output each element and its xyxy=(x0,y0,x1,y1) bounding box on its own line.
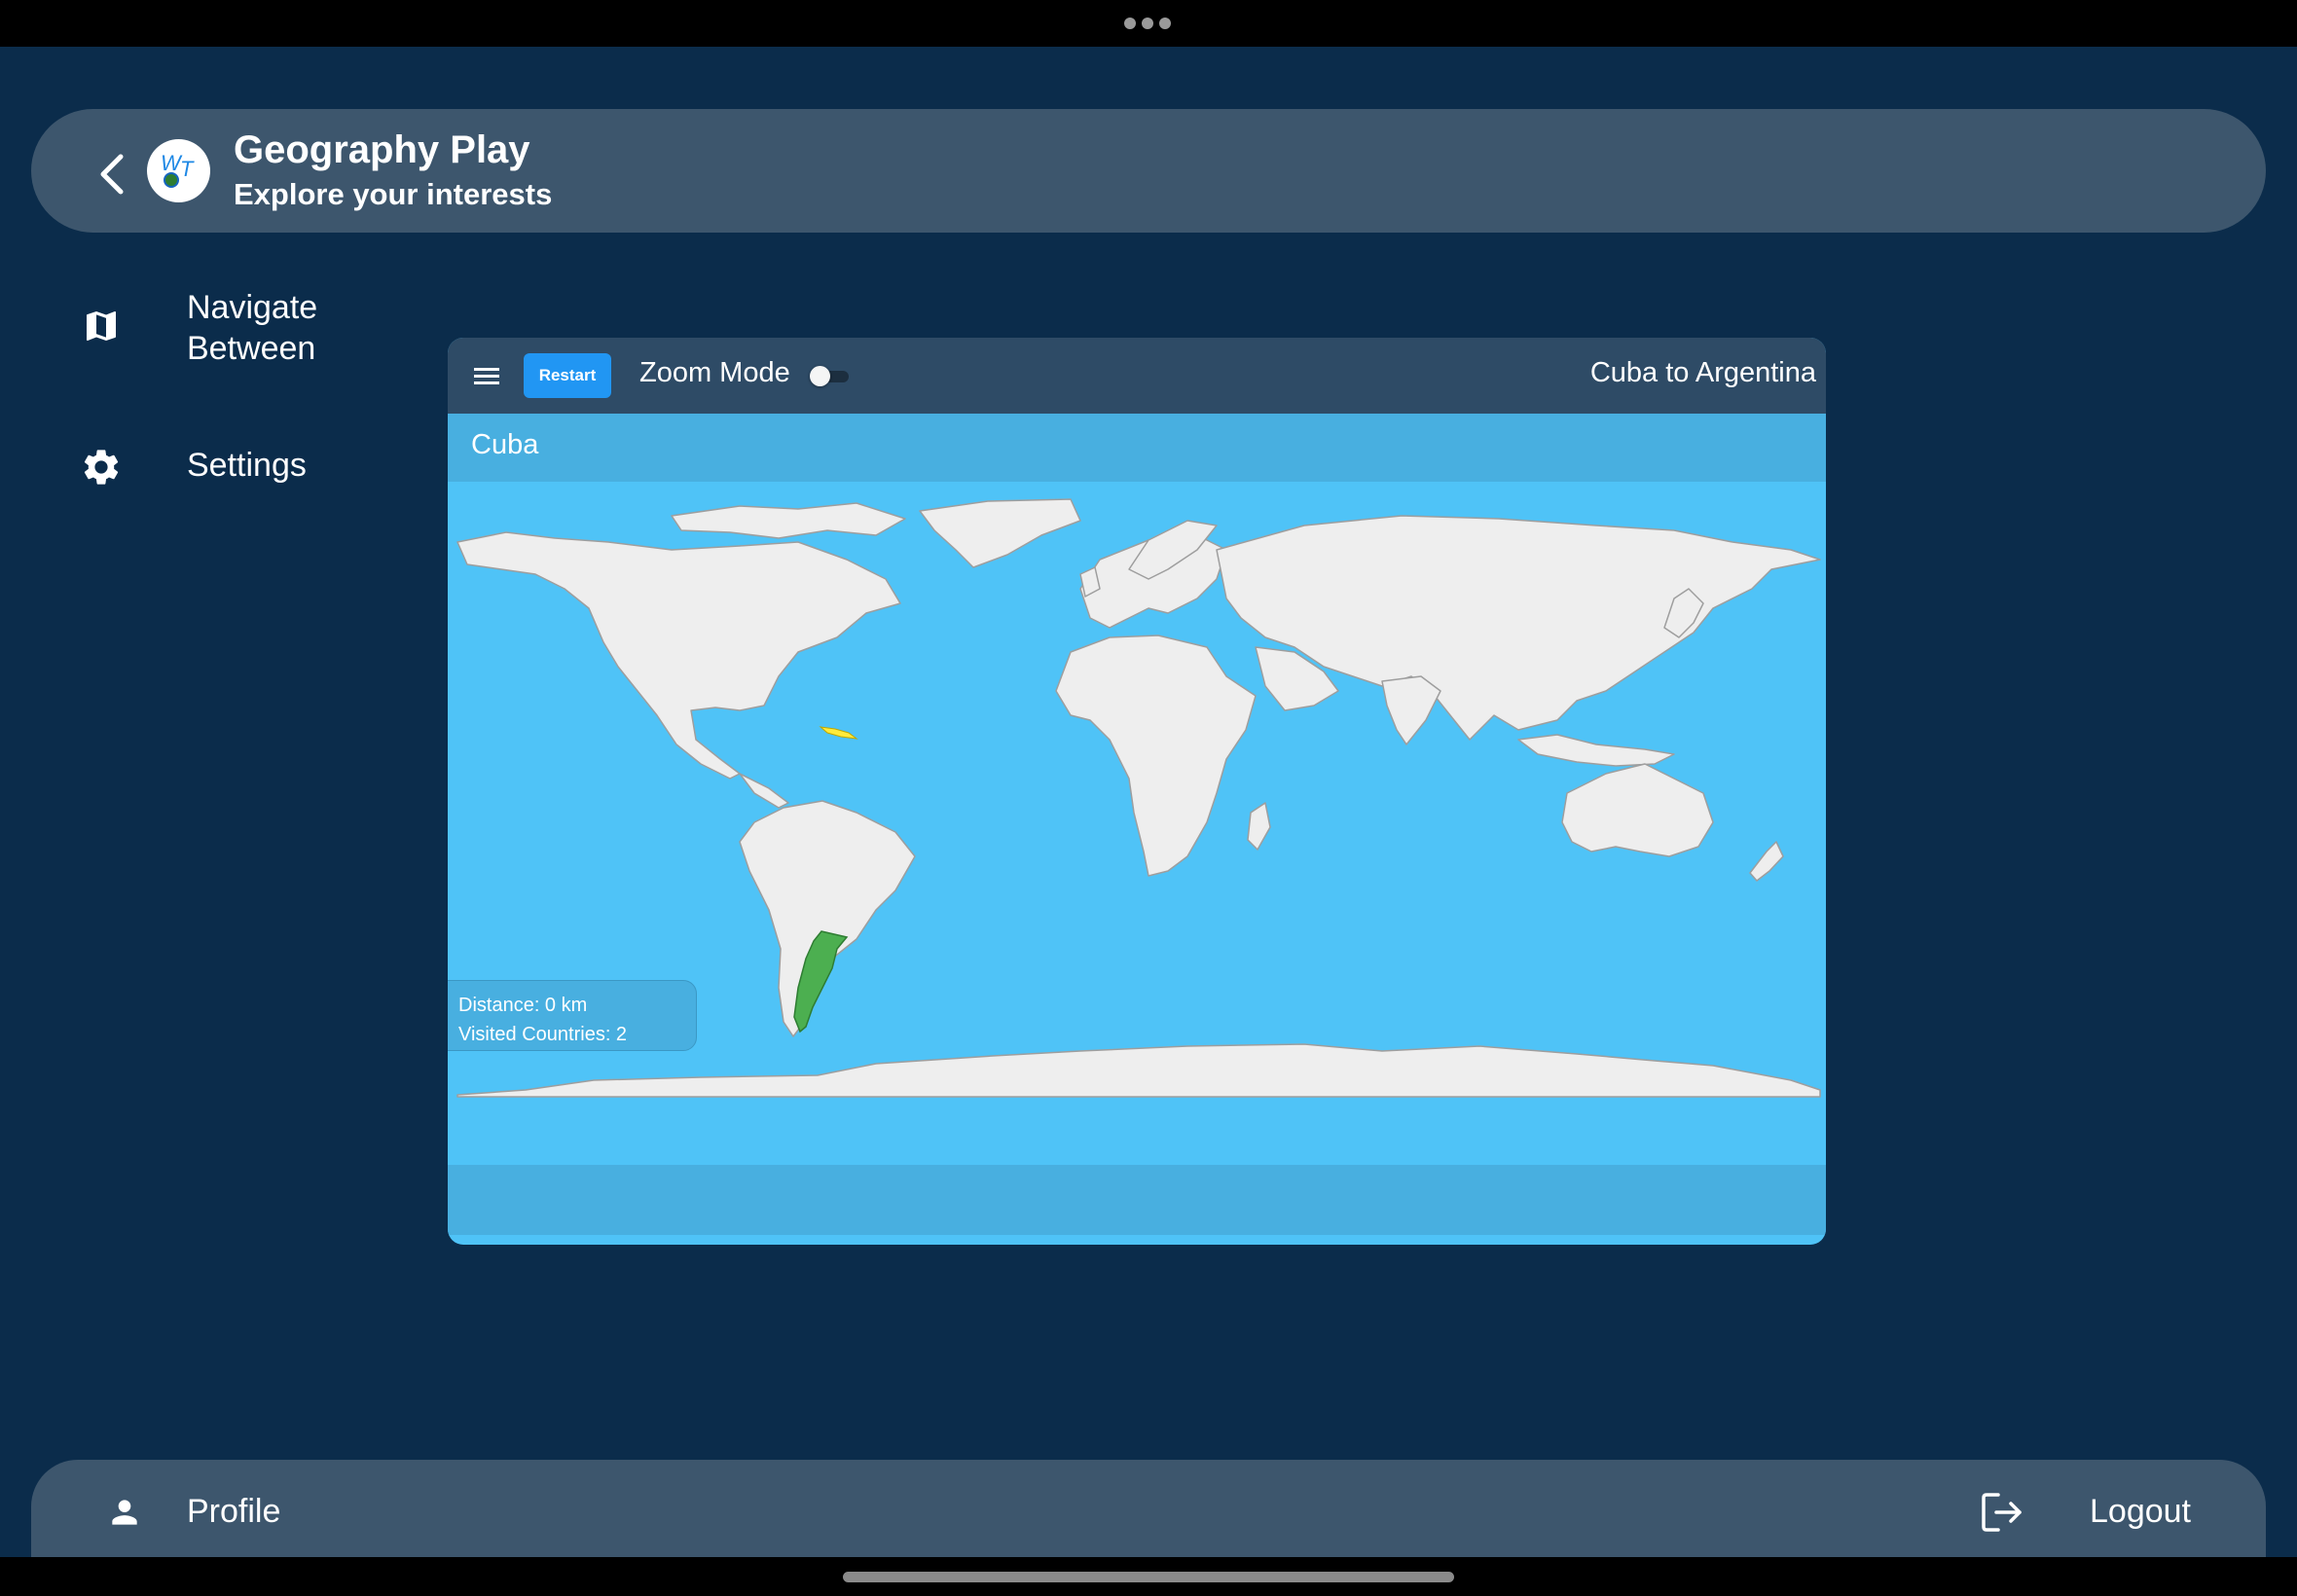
new-zealand-shape xyxy=(1749,841,1784,882)
south-america-shape xyxy=(739,800,916,1037)
hamburger-menu-icon xyxy=(474,368,499,384)
gear-icon xyxy=(74,440,128,494)
north-america-shape xyxy=(456,531,901,780)
sidebar-item-settings[interactable]: Settings xyxy=(74,440,307,494)
menu-button[interactable] xyxy=(469,358,504,393)
route-label: Cuba to Argentina xyxy=(1589,357,1816,388)
target-country-label: Cuba xyxy=(471,429,539,460)
multitasking-dots-icon[interactable] xyxy=(1124,18,1171,29)
map-footer xyxy=(448,1165,1826,1235)
status-bar xyxy=(0,0,2297,47)
antarctica-shape xyxy=(456,1043,1821,1098)
sidebar-item-label: Navigate xyxy=(187,289,318,326)
app-logo: W T xyxy=(147,139,210,202)
restart-button[interactable]: Restart xyxy=(524,353,611,398)
greenland-shape xyxy=(919,498,1081,568)
map-panel: Restart Zoom Mode Cuba to Argentina Cuba xyxy=(448,338,1826,1245)
person-icon[interactable] xyxy=(101,1489,148,1536)
map-icon xyxy=(74,299,128,353)
visited-countries-stat: Visited Countries: 2 xyxy=(458,1024,628,1045)
back-button[interactable] xyxy=(82,143,144,205)
southeast-asia-islands-shape xyxy=(1517,734,1675,767)
arctic-islands-shape xyxy=(671,502,906,539)
cuba-highlight xyxy=(819,726,858,740)
logout-icon[interactable] xyxy=(1978,1489,2028,1536)
profile-button[interactable]: Profile xyxy=(187,1493,280,1531)
home-indicator[interactable] xyxy=(843,1572,1454,1582)
target-country-banner: Cuba xyxy=(448,414,1826,482)
madagascar-shape xyxy=(1247,802,1271,851)
zoom-mode-toggle[interactable] xyxy=(810,366,851,386)
sidebar-item-label: Settings xyxy=(187,447,307,484)
sidebar-item-label: Between xyxy=(187,330,316,367)
zoom-mode-label: Zoom Mode xyxy=(639,357,790,388)
distance-stat: Distance: 0 km xyxy=(458,995,588,1016)
sidebar-item-navigate-between[interactable]: Navigate Between xyxy=(74,289,317,367)
bottom-bar: Profile Logout xyxy=(31,1460,2266,1557)
svg-text:T: T xyxy=(180,157,195,181)
australia-shape xyxy=(1561,763,1714,857)
chevron-left-icon xyxy=(100,154,124,195)
map-toolbar: Restart Zoom Mode Cuba to Argentina xyxy=(448,338,1826,414)
india-shape xyxy=(1381,675,1441,745)
stats-panel: Distance: 0 km Visited Countries: 2 xyxy=(448,980,697,1051)
app-subtitle: Explore your interests xyxy=(234,177,553,211)
logout-button[interactable]: Logout xyxy=(2090,1493,2191,1531)
app-title: Geography Play xyxy=(234,128,530,171)
africa-shape xyxy=(1055,635,1257,877)
central-america-shape xyxy=(739,773,789,809)
